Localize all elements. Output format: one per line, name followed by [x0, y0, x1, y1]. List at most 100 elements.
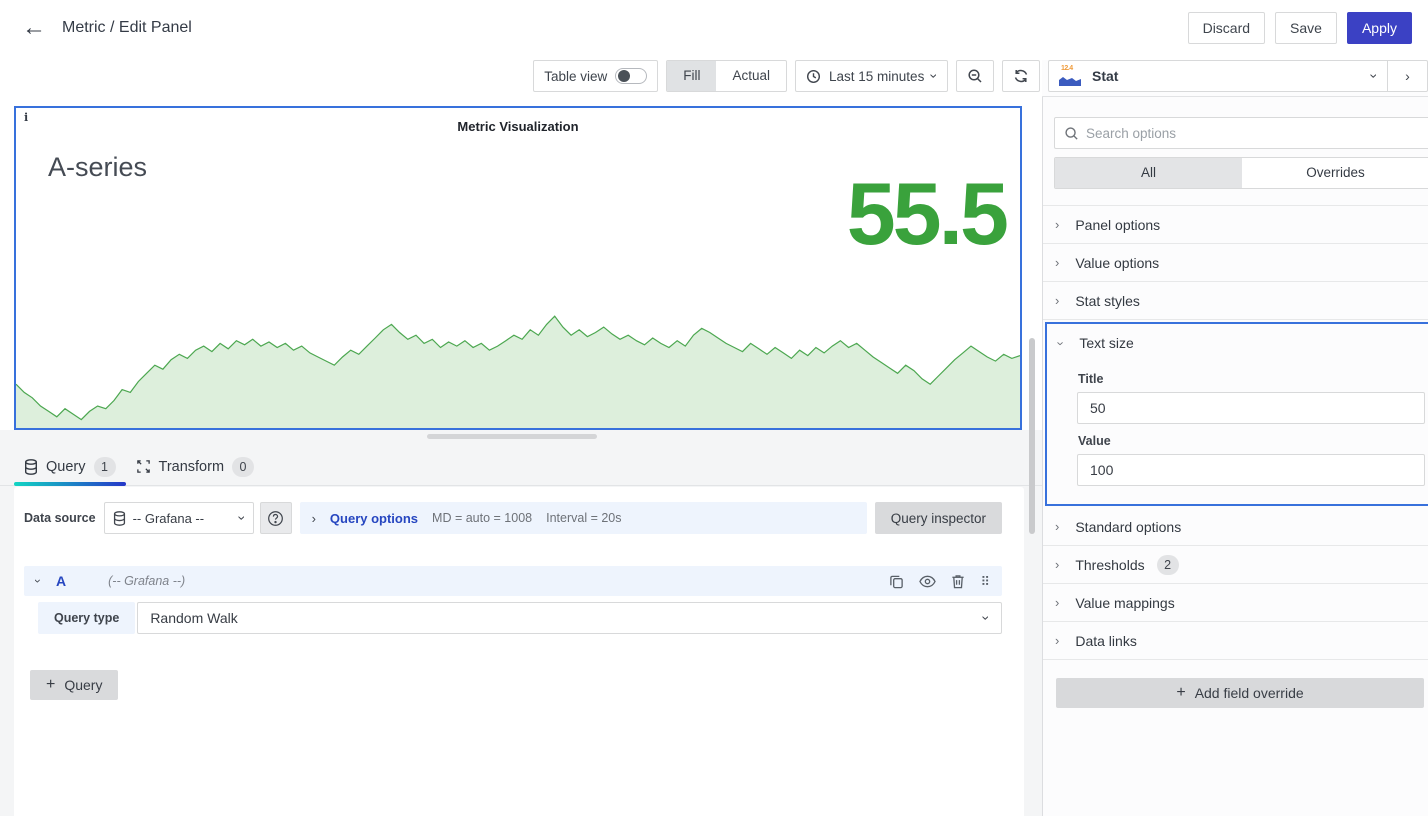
add-query-button[interactable]: + Query [30, 670, 118, 700]
chevron-right-icon: › [1055, 294, 1059, 307]
section-value-mappings[interactable]: › Value mappings [1043, 584, 1428, 622]
stat-viz-icon: 12.4 [1059, 66, 1083, 86]
query-options-label: Query options [330, 511, 418, 526]
sparkline-area [16, 316, 1020, 428]
table-view-toggle[interactable]: Table view [533, 60, 658, 92]
query-editor-card: Data source -- Grafana -- › › Query opti… [14, 487, 1024, 816]
fill-actual-group: Fill Actual [666, 60, 787, 92]
query-row-header[interactable]: › A (-- Grafana --) ⠿ [24, 566, 1002, 596]
query-count-badge: 1 [94, 457, 116, 477]
query-ref-id: A [56, 573, 66, 589]
section-panel-options[interactable]: › Panel options [1043, 206, 1428, 244]
chevron-right-icon: › [1055, 634, 1059, 647]
tab-transform[interactable]: Transform 0 [126, 448, 265, 485]
options-filter-tabs: All Overrides [1054, 157, 1428, 189]
chevron-right-icon: › [1055, 520, 1059, 533]
query-type-value: Random Walk [150, 610, 237, 626]
chevron-right-icon: › [1055, 256, 1059, 269]
search-icon [1064, 126, 1079, 141]
interval-text: Interval = 20s [546, 511, 621, 525]
query-row-datasource: (-- Grafana --) [108, 574, 185, 588]
back-arrow-icon: ← [22, 14, 46, 42]
search-options-input[interactable] [1086, 126, 1420, 141]
data-source-help-button[interactable] [260, 502, 292, 534]
transform-count-badge: 0 [232, 457, 254, 477]
stat-value: 55.5 [847, 170, 1006, 258]
apply-button[interactable]: Apply [1347, 12, 1412, 44]
hide-query-icon[interactable] [919, 575, 936, 588]
tab-query-label: Query [46, 459, 86, 475]
database-icon [24, 459, 38, 475]
section-text-size-expanded: › Text size Title Value [1045, 322, 1428, 506]
clock-icon [806, 69, 821, 84]
chevron-down-icon: › [235, 516, 249, 521]
query-inspector-button[interactable]: Query inspector [875, 502, 1002, 534]
query-type-row: Query type Random Walk › [24, 602, 1002, 634]
zoom-out-button[interactable] [956, 60, 994, 92]
chevron-right-icon: › [1055, 558, 1059, 571]
section-thresholds[interactable]: › Thresholds 2 [1043, 546, 1428, 584]
options-pane: All Overrides › Panel options › Value op… [1042, 97, 1428, 816]
table-view-switch[interactable] [615, 68, 647, 84]
resize-drag-handle[interactable] [427, 434, 597, 439]
duplicate-query-icon[interactable] [889, 574, 904, 589]
value-size-label: Value [1078, 434, 1428, 448]
add-field-override-button[interactable]: + Add field override [1056, 678, 1424, 708]
series-label: A-series [48, 152, 147, 183]
time-range-picker[interactable]: Last 15 minutes › [795, 60, 948, 92]
add-override-label: Add field override [1195, 685, 1304, 701]
chevron-down-icon: › [980, 616, 994, 621]
tab-overrides[interactable]: Overrides [1242, 158, 1428, 188]
query-type-select[interactable]: Random Walk › [137, 602, 1002, 634]
metric-visualization-panel[interactable]: i Metric Visualization A-series 55.5 [14, 106, 1022, 430]
section-standard-options[interactable]: › Standard options [1043, 508, 1428, 546]
zoom-out-icon [967, 68, 983, 84]
discard-button[interactable]: Discard [1188, 12, 1265, 44]
time-range-label: Last 15 minutes [829, 69, 924, 84]
chevron-right-icon: › [1405, 69, 1410, 83]
title-size-input[interactable] [1077, 392, 1425, 424]
tab-transform-label: Transform [159, 459, 225, 475]
section-text-size-header[interactable]: › Text size [1047, 324, 1428, 362]
viz-picker: 12.4 Stat › › [1048, 60, 1428, 92]
value-size-input[interactable] [1077, 454, 1425, 486]
section-value-options[interactable]: › Value options [1043, 244, 1428, 282]
viz-picker-value: Stat [1092, 68, 1118, 84]
header-actions: Discard Save Apply [1188, 12, 1412, 44]
plus-icon: + [46, 676, 55, 694]
tab-all[interactable]: All [1055, 158, 1242, 188]
delete-query-icon[interactable] [951, 574, 965, 589]
chevron-down-icon: › [1055, 341, 1068, 345]
actual-segment[interactable]: Actual [716, 61, 786, 91]
back-button[interactable]: ← [16, 10, 52, 46]
section-data-links[interactable]: › Data links [1043, 622, 1428, 660]
main-scrollbar-thumb[interactable] [1029, 338, 1035, 534]
add-query-label: Query [64, 677, 102, 693]
header-bar: ← Metric / Edit Panel Discard Save Apply [0, 0, 1428, 56]
refresh-button[interactable] [1002, 60, 1040, 92]
section-stat-styles[interactable]: › Stat styles [1043, 282, 1428, 320]
collapse-options-button[interactable]: › [1387, 61, 1427, 91]
table-view-label: Table view [544, 69, 607, 84]
editor-region: Query 1 Transform 0 Data source -- Graf [0, 430, 1042, 816]
tab-query[interactable]: Query 1 [14, 448, 126, 485]
data-source-label: Data source [24, 511, 96, 525]
editor-tabs: Query 1 Transform 0 [0, 448, 1042, 486]
thresholds-count-badge: 2 [1157, 555, 1179, 575]
save-button[interactable]: Save [1275, 12, 1337, 44]
drag-handle-icon[interactable]: ⠿ [980, 575, 990, 588]
viz-picker-row: 12.4 Stat › › [1042, 60, 1428, 97]
query-type-label: Query type [38, 602, 135, 634]
options-sections: › Panel options › Value options › Stat s… [1043, 205, 1428, 660]
query-options-collapsible[interactable]: › Query options MD = auto = 1008 Interva… [300, 502, 867, 534]
fill-segment[interactable]: Fill [667, 61, 716, 91]
transform-icon [136, 459, 151, 474]
search-options-box [1054, 117, 1428, 149]
refresh-icon [1013, 68, 1029, 84]
chevron-down-icon: › [928, 74, 942, 79]
viz-picker-dropdown[interactable]: 12.4 Stat › [1049, 61, 1387, 91]
page-title: Metric / Edit Panel [62, 19, 192, 37]
query-row-actions: ⠿ [889, 574, 990, 589]
data-source-picker[interactable]: -- Grafana -- › [104, 502, 254, 534]
data-source-value: -- Grafana -- [133, 511, 205, 526]
